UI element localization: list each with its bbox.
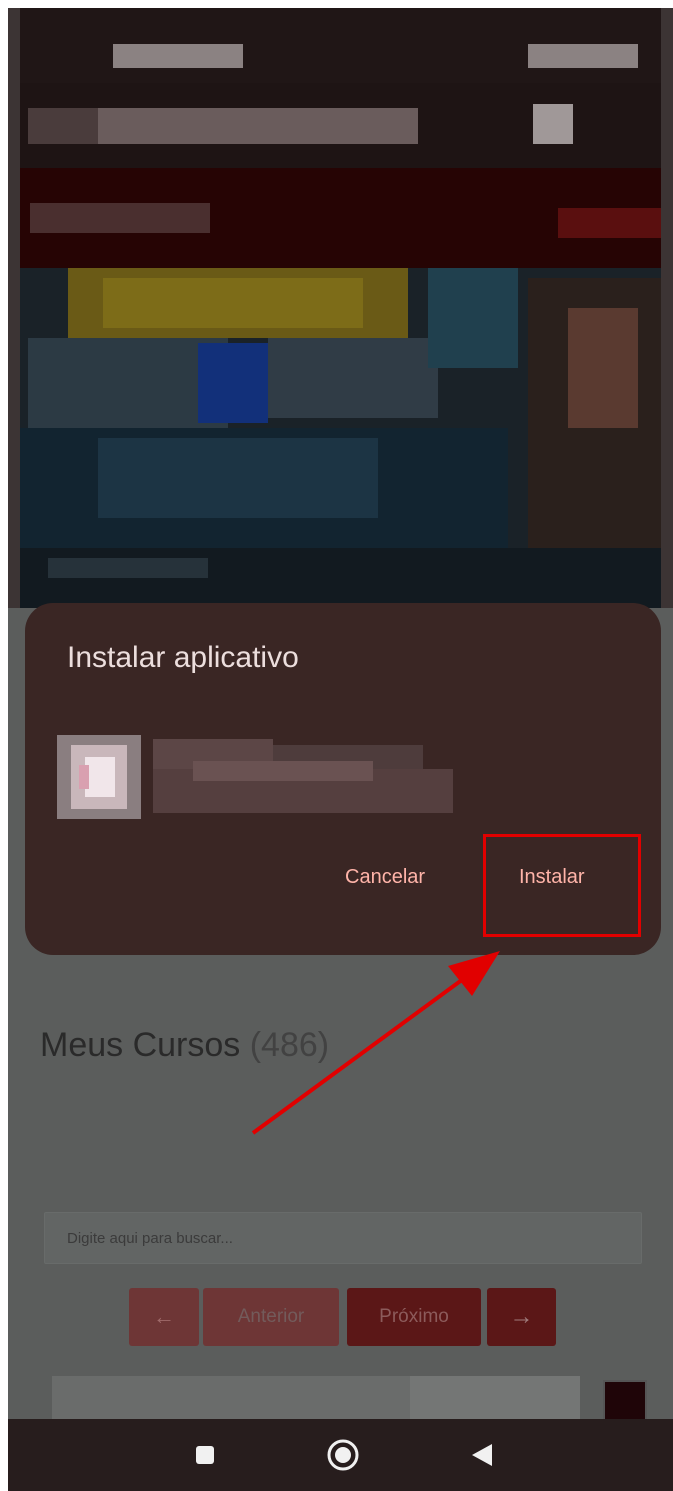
- next-button[interactable]: Próximo: [347, 1288, 481, 1346]
- home-circle-icon: [327, 1439, 359, 1471]
- back-triangle-icon: [472, 1444, 492, 1466]
- next-label: Próximo: [379, 1306, 449, 1327]
- previous-label: Anterior: [237, 1306, 305, 1327]
- recents-square-icon: [196, 1446, 214, 1464]
- app-name-pixelated: [153, 739, 453, 819]
- previous-button[interactable]: Anterior: [203, 1288, 339, 1346]
- search-field[interactable]: [44, 1212, 642, 1264]
- cancel-button[interactable]: Cancelar: [345, 866, 425, 889]
- courses-heading: Meus Cursos (486): [40, 1026, 329, 1065]
- side-thumbnail[interactable]: [603, 1380, 647, 1424]
- previous-arrow-button[interactable]: ←: [129, 1288, 199, 1346]
- install-highlight-box: [483, 834, 641, 937]
- arrow-left-icon: ←: [153, 1304, 175, 1329]
- app-icon: [57, 735, 141, 819]
- search-input[interactable]: [45, 1213, 641, 1263]
- home-button[interactable]: [303, 1419, 383, 1491]
- dialog-title: Instalar aplicativo: [67, 641, 299, 674]
- system-navigation-bar: [8, 1419, 673, 1491]
- courses-title-text: Meus Cursos: [40, 1026, 241, 1064]
- pixelated-background-content: [8, 8, 673, 608]
- back-button[interactable]: [442, 1419, 522, 1491]
- recents-button[interactable]: [165, 1419, 245, 1491]
- arrow-right-icon: →: [509, 1303, 534, 1330]
- courses-count: (486): [249, 1026, 330, 1064]
- next-arrow-button[interactable]: →: [487, 1288, 556, 1346]
- phone-screen: Meus Cursos (486) ← Anterior Próximo → I…: [8, 8, 673, 1491]
